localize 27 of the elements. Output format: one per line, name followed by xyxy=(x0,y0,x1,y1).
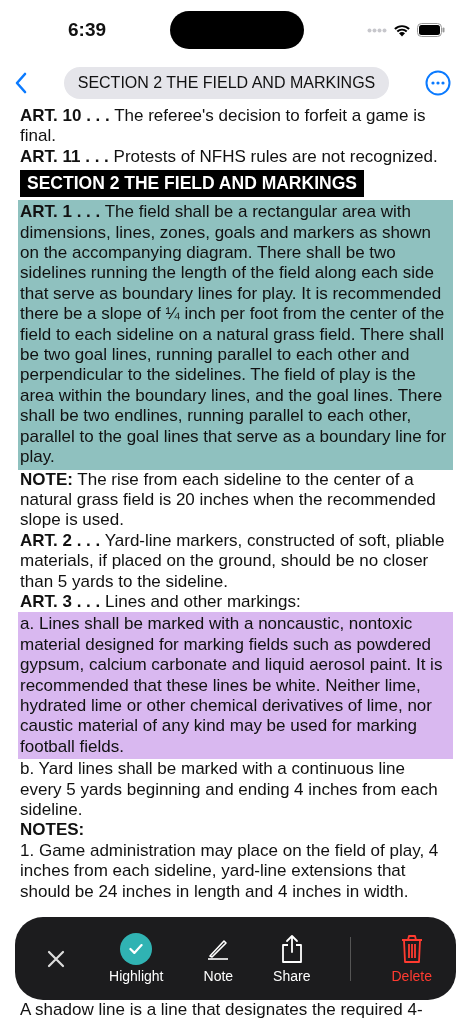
more-icon[interactable] xyxy=(425,70,451,96)
section-heading: SECTION 2 THE FIELD AND MARKINGS xyxy=(20,170,364,198)
delete-button[interactable]: Delete xyxy=(391,933,432,984)
trash-icon xyxy=(399,934,424,964)
highlight-button[interactable]: Highlight xyxy=(109,933,164,984)
paragraph: NOTE: The rise from each sideline to the center of a natural grass field is 20 inches when the recommended slope is used. xyxy=(20,469,437,531)
status-time: 6:39 xyxy=(68,19,107,41)
highlighted-paragraph: ART. 1 . . . The field shall be a rectangular area with dimensions, lines, zones, goals and markers as shown on the accompanying diagram. There shall be two sidelines running the length of the field along each side that serve as boundary lines for play. It is recommended there be a slope of ¼ inch per foot from the center of the field to each sideline on a natural grass field. There shall be two goal lines, running parallel to each other and perpendicular to the sidelines. The field of play is the area within the boundary lines, and the goal lines. There shall be two endlines, running parallel to each other, parallel to the goal lines that serve as a boundary line for play. xyxy=(18,200,453,470)
highlighted-paragraph: a. Lines shall be marked with a noncaustic, nontoxic material designed for marking fields such as powdered gypsum, calcium carbonate and liquid aerosol paint. It is recommended that these lines be white. Neither lime, hydrated lime or other chemical derivatives of lime, nor caustic material of any kind may be used for marking football fields. xyxy=(18,612,453,760)
signal-icon xyxy=(367,27,387,33)
checkmark-icon xyxy=(129,944,144,954)
back-icon[interactable] xyxy=(14,72,28,94)
paragraph: A shadow line is a line that designates the required 4- xyxy=(20,999,424,1021)
battery-icon xyxy=(417,23,445,37)
wifi-icon xyxy=(393,23,411,37)
paragraph: ART. 2 . . . Yard-line markers, constructed of soft, pliable materials, if placed on the ground, should be no closer than 5 yards to the sideline. xyxy=(20,530,446,592)
share-icon xyxy=(279,934,304,964)
paragraph: ART. 10 . . . The referee's decision to forfeit a game is final. xyxy=(20,106,427,147)
notes-heading: NOTES: xyxy=(20,820,86,841)
share-button[interactable]: Share xyxy=(273,933,311,984)
note-button[interactable]: Note xyxy=(203,933,234,984)
paragraph: 1. Game administration may place on the field of play, 4 inches from each sideline, yard-line extensions that should be 24 inches in length and 4 inches in width. xyxy=(20,840,440,903)
close-icon xyxy=(47,949,65,968)
paragraph: ART. 11 . . . Protests of NFHS rules are not recognized. xyxy=(20,146,439,168)
section-title-button[interactable]: SECTION 2 THE FIELD AND MARKINGS xyxy=(63,67,390,99)
paragraph: ART. 3 . . . Lines and other markings: xyxy=(20,591,302,613)
paragraph: b. Yard lines shall be marked with a continuous line every 5 yards beginning and ending 4 inches from each sideline. xyxy=(20,759,439,821)
